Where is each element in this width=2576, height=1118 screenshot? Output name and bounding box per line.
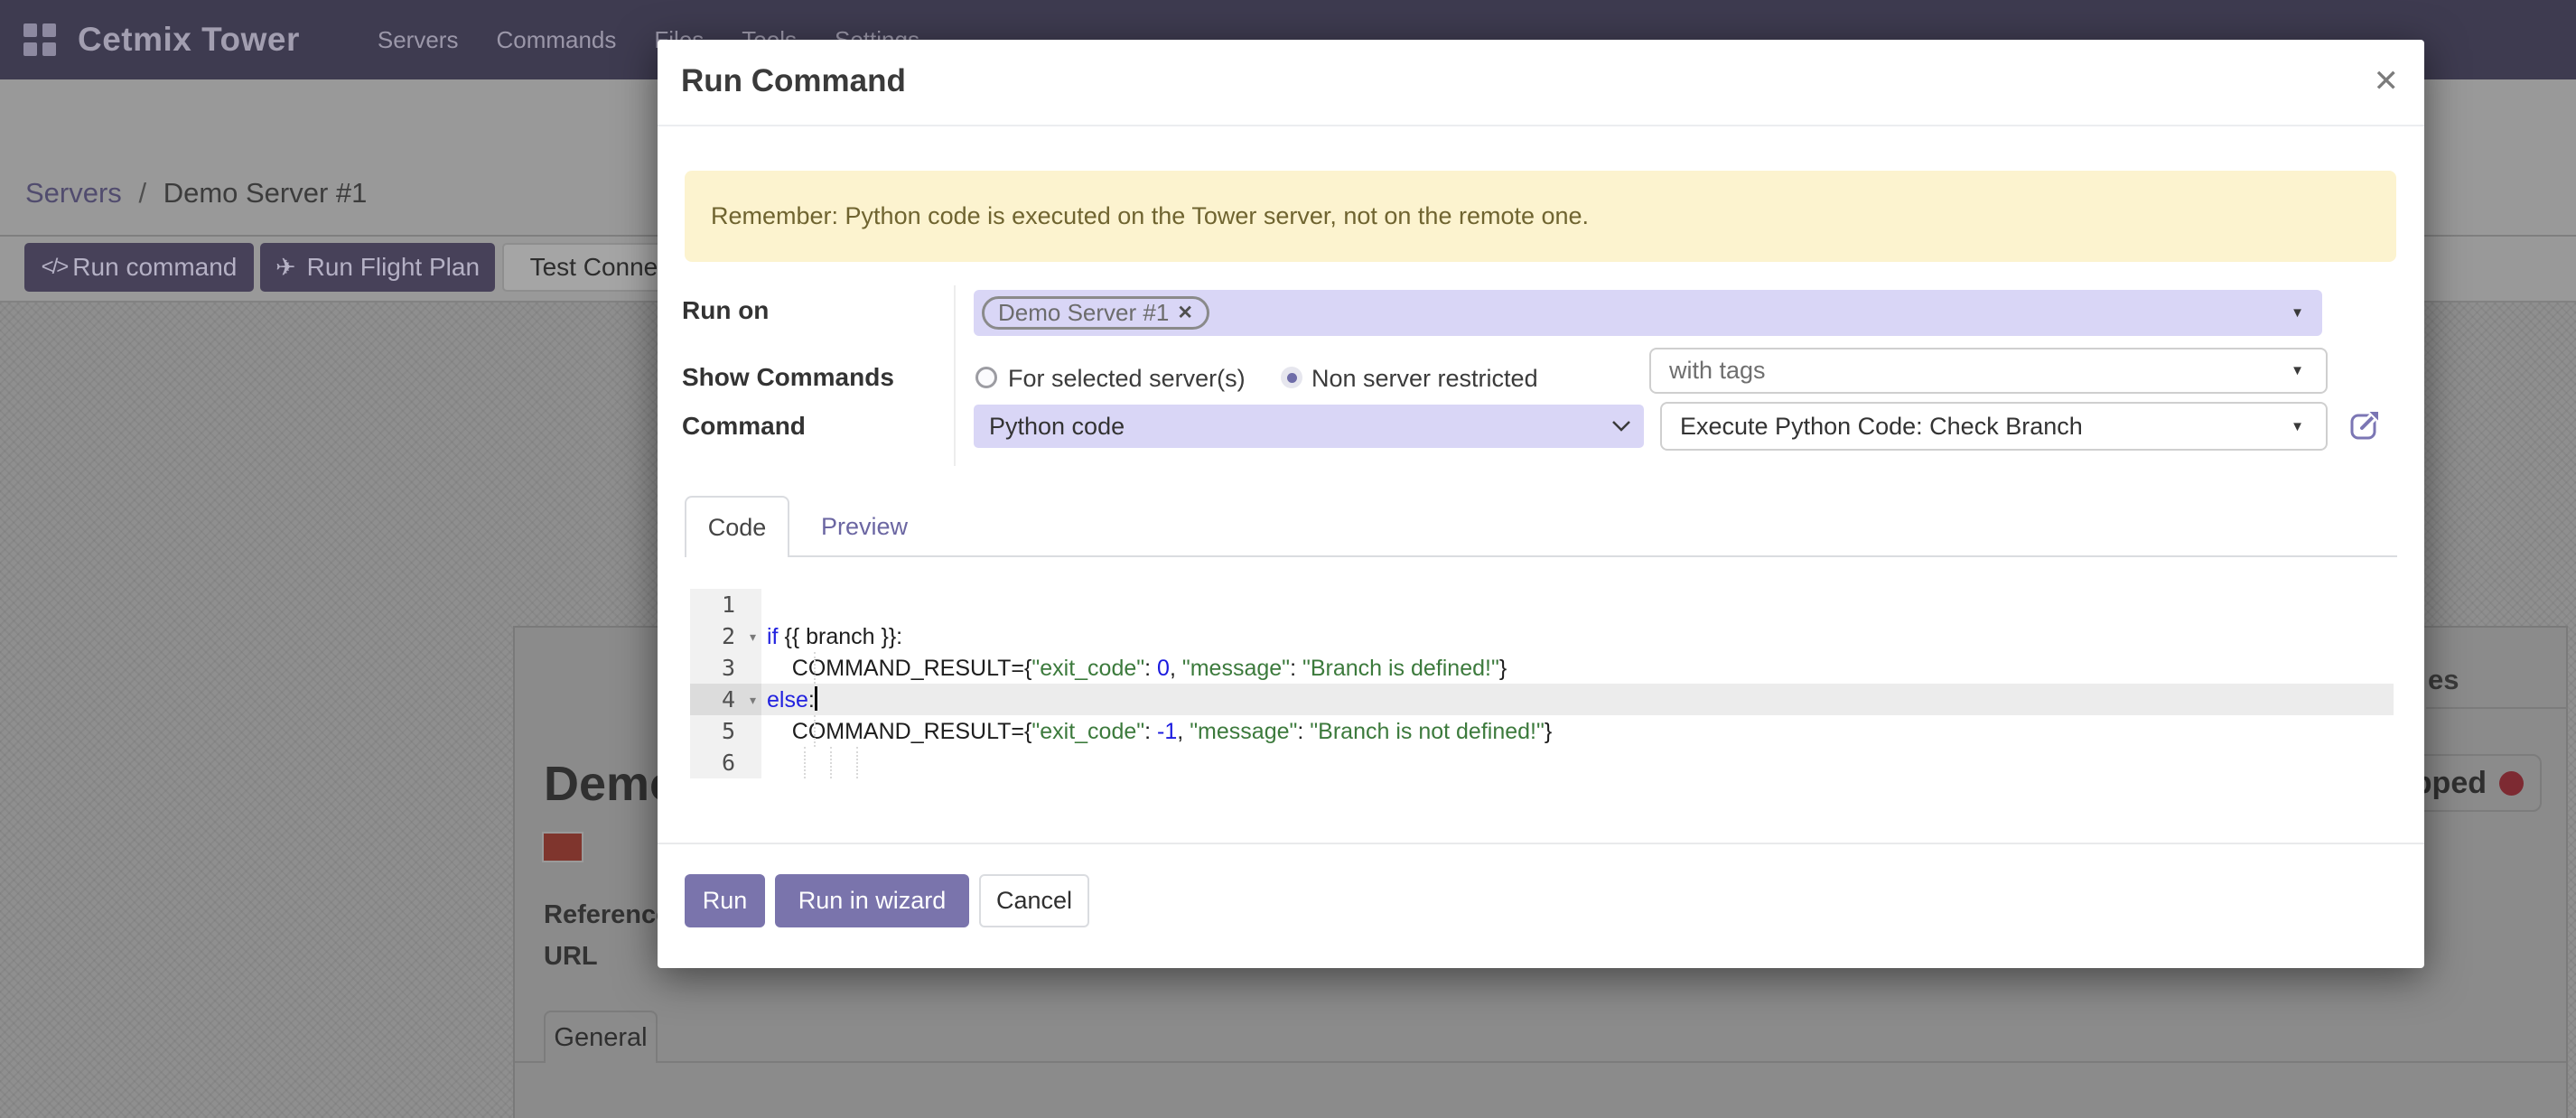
- chevron-down-icon[interactable]: ▼: [2291, 305, 2304, 321]
- run-in-wizard-button[interactable]: Run in wizard: [775, 874, 969, 927]
- close-icon[interactable]: ✕: [2374, 63, 2400, 99]
- fold-arrow-icon[interactable]: ▾: [750, 621, 756, 653]
- command-type-value: Python code: [989, 413, 1125, 441]
- chevron-down-icon: ▼: [2291, 363, 2304, 378]
- code-line[interactable]: 4▾else:: [690, 684, 2394, 715]
- code-editor[interactable]: 12▾if {{ branch }}:3 COMMAND_RESULT={"ex…: [690, 589, 2394, 778]
- run-command-modal: Run Command ✕ Remember: Python code is e…: [658, 40, 2424, 968]
- url-label: URL: [544, 942, 598, 972]
- code-line[interactable]: 2▾if {{ branch }}:: [690, 620, 2394, 652]
- breadcrumb-servers-link[interactable]: Servers: [25, 177, 122, 209]
- modal-header-divider: [658, 125, 2424, 126]
- external-link-icon[interactable]: [2348, 407, 2383, 442]
- code-icon: </>: [42, 255, 68, 280]
- radio-selected-servers[interactable]: [975, 367, 997, 388]
- menu-item-commands[interactable]: Commands: [496, 26, 616, 54]
- breadcrumb-current: Demo Server #1: [163, 177, 368, 209]
- text-cursor: [815, 686, 817, 711]
- run-command-button[interactable]: </>Run command: [24, 243, 254, 292]
- screen: Cetmix Tower Servers Commands Files Tool…: [0, 0, 2576, 1118]
- notebook-divider: [515, 1061, 2566, 1063]
- breadcrumb: Servers / Demo Server #1: [25, 177, 367, 210]
- form-label-divider: [954, 285, 956, 466]
- radio-non-server-restricted-label[interactable]: Non server restricted: [1311, 365, 1538, 393]
- reference-label: Reference: [544, 900, 670, 930]
- apps-grid-icon[interactable]: [23, 23, 56, 56]
- radio-selected-servers-label[interactable]: For selected server(s): [1008, 365, 1246, 393]
- app-brand: Cetmix Tower: [78, 21, 300, 59]
- run-on-label: Run on: [682, 296, 769, 325]
- tags-filter-select[interactable]: with tags ▼: [1649, 348, 2328, 394]
- run-on-field[interactable]: Demo Server #1 ✕ ▼: [974, 290, 2322, 336]
- tabs-underline: [685, 555, 2397, 557]
- command-select-value: Execute Python Code: Check Branch: [1680, 413, 2083, 441]
- server-tag-label: Demo Server #1: [998, 299, 1169, 327]
- plane-icon: ✈: [275, 254, 296, 282]
- right-heading-fragment: es: [2428, 664, 2459, 696]
- server-tag-pill[interactable]: Demo Server #1 ✕: [982, 296, 1209, 330]
- status-dot-icon: [2499, 771, 2524, 796]
- modal-footer-divider: [658, 843, 2424, 844]
- code-line[interactable]: 1: [690, 589, 2394, 620]
- code-line[interactable]: 6: [690, 747, 2394, 778]
- show-commands-label: Show Commands: [682, 363, 894, 392]
- command-label: Command: [682, 412, 806, 441]
- chevron-down-icon: [1611, 420, 1631, 433]
- tags-filter-placeholder: with tags: [1669, 357, 1766, 385]
- run-flight-plan-button[interactable]: ✈Run Flight Plan: [260, 243, 495, 292]
- code-line[interactable]: 3 COMMAND_RESULT={"exit_code": 0, "messa…: [690, 652, 2394, 684]
- modal-title: Run Command: [681, 63, 906, 99]
- cancel-button[interactable]: Cancel: [979, 874, 1089, 927]
- remove-tag-icon[interactable]: ✕: [1177, 302, 1193, 324]
- color-swatch[interactable]: [542, 832, 583, 862]
- chevron-down-icon: ▼: [2291, 419, 2304, 434]
- menu-item-servers[interactable]: Servers: [378, 26, 459, 54]
- run-button[interactable]: Run: [685, 874, 765, 927]
- radio-non-server-restricted[interactable]: [1281, 367, 1302, 388]
- right-heading-divider: [2426, 707, 2568, 709]
- tab-general[interactable]: General: [544, 1011, 658, 1063]
- warning-alert-text: Remember: Python code is executed on the…: [711, 202, 1589, 230]
- fold-arrow-icon[interactable]: ▾: [750, 685, 756, 716]
- command-select[interactable]: Execute Python Code: Check Branch ▼: [1660, 402, 2328, 451]
- warning-alert: Remember: Python code is executed on the…: [685, 171, 2396, 262]
- tab-code[interactable]: Code: [685, 496, 789, 557]
- tab-preview[interactable]: Preview: [814, 496, 915, 557]
- breadcrumb-separator: /: [138, 177, 146, 209]
- code-line[interactable]: 5 COMMAND_RESULT={"exit_code": -1, "mess…: [690, 715, 2394, 747]
- command-type-select[interactable]: Python code: [974, 405, 1644, 448]
